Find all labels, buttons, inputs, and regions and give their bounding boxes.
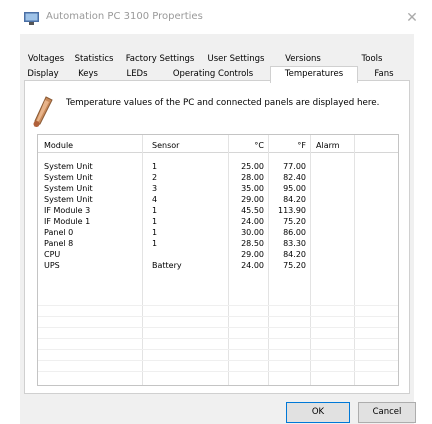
- row-divider: [38, 371, 398, 372]
- info-text: Temperature values of the PC and connect…: [66, 98, 380, 108]
- cell-fahrenheit: 113.90: [278, 206, 306, 215]
- cell-fahrenheit: 75.20: [283, 261, 306, 270]
- cell-module: IF Module 3: [44, 206, 91, 215]
- table-header: [38, 135, 398, 153]
- cell-sensor: 1: [152, 239, 158, 248]
- tab-row-1: Voltages Statistics Factory Settings Use…: [24, 52, 410, 67]
- cell-module: Panel 0: [44, 228, 74, 237]
- cell-fahrenheit: 82.40: [283, 173, 306, 182]
- close-icon: ✕: [406, 10, 418, 26]
- cell-module: Panel 8: [44, 239, 74, 248]
- column-header-alarm[interactable]: Alarm: [316, 140, 340, 151]
- row-divider: [38, 349, 398, 350]
- cell-fahrenheit: 77.00: [283, 162, 306, 171]
- table-row[interactable]: IF Module 1 1 24.00 75.20: [38, 216, 398, 227]
- tab-voltages[interactable]: Voltages: [24, 52, 68, 67]
- cell-module: UPS: [44, 261, 60, 270]
- tab-factory-settings[interactable]: Factory Settings: [120, 52, 200, 67]
- temperature-table[interactable]: Module Sensor °C °F Alarm System Unit 1 25…: [37, 134, 399, 386]
- computer-icon: [24, 12, 39, 25]
- cell-celsius: 25.00: [241, 162, 264, 171]
- cell-sensor: 1: [152, 217, 158, 226]
- row-divider: [38, 316, 398, 317]
- thermometer-icon: [33, 96, 53, 127]
- cell-sensor: Battery: [152, 261, 182, 270]
- close-button[interactable]: ✕: [398, 6, 426, 30]
- cell-module: System Unit: [44, 184, 93, 193]
- column-header-fahrenheit[interactable]: °F: [270, 140, 306, 151]
- cell-celsius: 35.00: [241, 184, 264, 193]
- row-divider: [38, 360, 398, 361]
- cell-fahrenheit: 75.20: [283, 217, 306, 226]
- table-row[interactable]: IF Module 3 1 45.50 113.90: [38, 205, 398, 216]
- cell-module: System Unit: [44, 173, 93, 182]
- ok-button[interactable]: OK: [286, 402, 350, 423]
- row-divider: [38, 305, 398, 306]
- table-row[interactable]: UPS Battery 24.00 75.20: [38, 260, 398, 271]
- cell-fahrenheit: 86.00: [283, 228, 306, 237]
- table-row[interactable]: System Unit 2 28.00 82.40: [38, 172, 398, 183]
- cell-celsius: 30.00: [241, 228, 264, 237]
- cell-module: IF Module 1: [44, 217, 91, 226]
- cell-celsius: 45.50: [241, 206, 264, 215]
- cell-celsius: 29.00: [241, 250, 264, 259]
- cell-sensor: 1: [152, 228, 158, 237]
- properties-dialog: Automation PC 3100 Properties ✕ Voltages…: [0, 0, 432, 424]
- cell-fahrenheit: 84.20: [283, 195, 306, 204]
- tab-temperatures[interactable]: Temperatures: [270, 66, 358, 83]
- table-row[interactable]: System Unit 4 29.00 84.20: [38, 194, 398, 205]
- table-row[interactable]: Panel 8 1 28.50 83.30: [38, 238, 398, 249]
- cell-sensor: 3: [152, 184, 158, 193]
- table-row[interactable]: CPU 29.00 84.20: [38, 249, 398, 260]
- cancel-button[interactable]: Cancel: [358, 402, 416, 423]
- table-row[interactable]: Panel 0 1 30.00 86.00: [38, 227, 398, 238]
- tab-tools[interactable]: Tools: [334, 52, 410, 67]
- cell-celsius: 29.00: [241, 195, 264, 204]
- column-header-module[interactable]: Module: [44, 140, 73, 151]
- cell-sensor: 2: [152, 173, 158, 182]
- tab-statistics[interactable]: Statistics: [68, 52, 120, 67]
- cell-celsius: 28.50: [241, 239, 264, 248]
- row-divider: [38, 338, 398, 339]
- cell-celsius: 24.00: [241, 217, 264, 226]
- cell-sensor: 1: [152, 206, 158, 215]
- table-row[interactable]: System Unit 3 35.00 95.00: [38, 183, 398, 194]
- cell-fahrenheit: 84.20: [283, 250, 306, 259]
- row-divider: [38, 327, 398, 328]
- cell-module: CPU: [44, 250, 61, 259]
- tab-user-settings[interactable]: User Settings: [200, 52, 272, 67]
- column-header-sensor[interactable]: Sensor: [152, 140, 179, 151]
- cell-fahrenheit: 95.00: [283, 184, 306, 193]
- cell-celsius: 28.00: [241, 173, 264, 182]
- cell-sensor: 1: [152, 162, 158, 171]
- cell-fahrenheit: 83.30: [283, 239, 306, 248]
- column-header-celsius[interactable]: °C: [228, 140, 264, 151]
- cell-module: System Unit: [44, 195, 93, 204]
- title-bar[interactable]: Automation PC 3100 Properties ✕: [0, 0, 432, 34]
- table-row[interactable]: System Unit 1 25.00 77.00: [38, 161, 398, 172]
- window-title: Automation PC 3100 Properties: [46, 11, 203, 22]
- cell-module: System Unit: [44, 162, 93, 171]
- cell-celsius: 24.00: [241, 261, 264, 270]
- cell-sensor: 4: [152, 195, 158, 204]
- tab-versions[interactable]: Versions: [272, 52, 334, 67]
